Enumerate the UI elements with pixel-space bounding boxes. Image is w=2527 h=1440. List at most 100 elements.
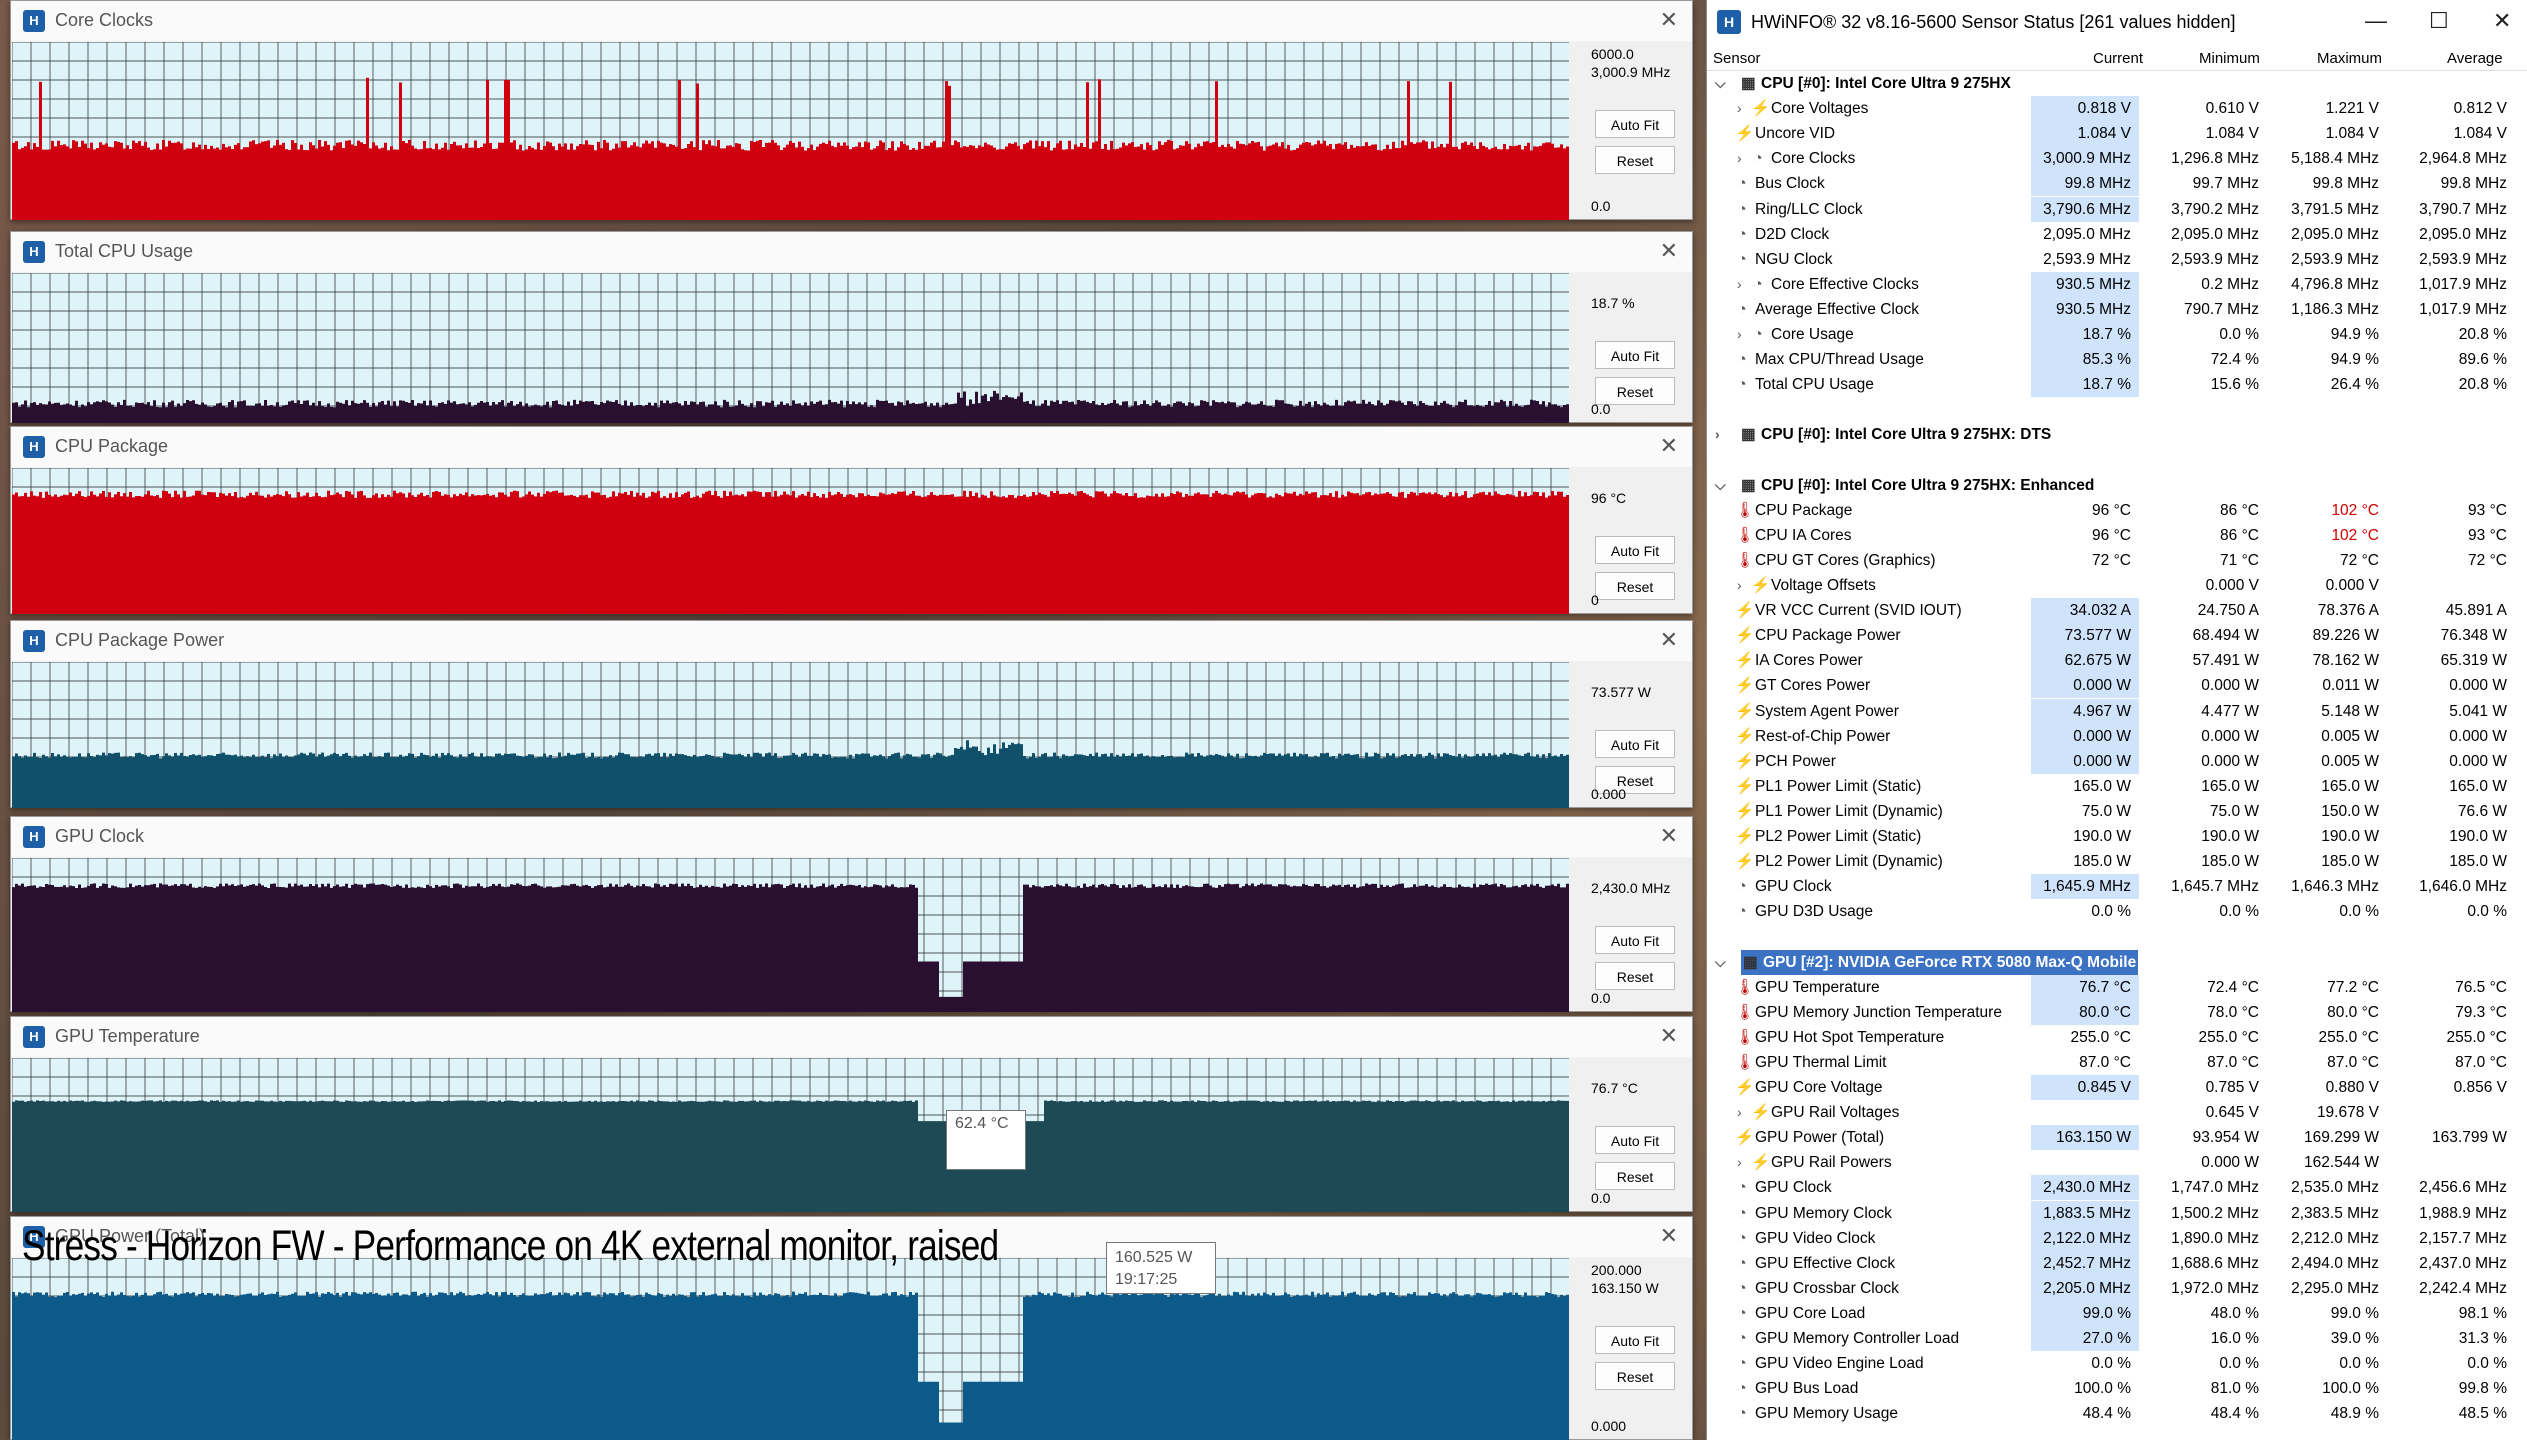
sensor-label: GPU Rail Powers (1771, 1154, 1892, 1172)
col-minimum[interactable]: Minimum (2199, 50, 2260, 67)
sensor-group[interactable]: › ▦ CPU [#0]: Intel Core Ultra 9 275HX: DT… (1707, 422, 2527, 447)
chevron-right-icon[interactable]: › (1737, 96, 1742, 121)
sensor-row[interactable]: 🌡CPU Package 96 °C 86 °C 102 °C 93 °C (1707, 498, 2527, 523)
chevron-right-icon[interactable]: › (1737, 1100, 1742, 1125)
col-maximum[interactable]: Maximum (2317, 50, 2382, 67)
maximum-value: 99.8 MHz (2312, 175, 2379, 193)
sensor-label: Core Voltages (1771, 100, 1869, 118)
sensor-row[interactable]: ◔ Max CPU/Thread Usage 85.3 % 72.4 % 94.9 % 8… (1707, 347, 2527, 373)
reset-button[interactable]: Reset (1595, 1362, 1675, 1390)
sensor-row[interactable]: ⚡PL2 Power Limit (Static) 190.0 W 190.0 W 1… (1707, 824, 2527, 849)
sensor-row[interactable]: ◔ D2D Clock 2,095.0 MHz 2,095.0 MHz 2,095.0 … (1707, 222, 2527, 247)
sensor-row[interactable]: ◔ GPU Memory Clock 1,883.5 MHz 1,500.2 MHz 2… (1707, 1200, 2527, 1226)
auto-fit-button[interactable]: Auto Fit (1595, 1326, 1675, 1354)
sensor-row[interactable]: ⚡VR VCC Current (SVID IOUT) 34.032 A 24.75… (1707, 598, 2527, 624)
maximize-icon[interactable]: ☐ (2429, 8, 2449, 34)
reset-button[interactable]: Reset (1595, 572, 1675, 600)
sensor-row[interactable]: ◔ GPU Memory Usage 48.4 % 48.4 % 48.9 % 48.5 … (1707, 1401, 2527, 1426)
auto-fit-button[interactable]: Auto Fit (1595, 1126, 1675, 1154)
sensor-row[interactable]: ⚡PL1 Power Limit (Static) 165.0 W 165.0 W 1… (1707, 774, 2527, 799)
sensor-row[interactable]: 🌡GPU Hot Spot Temperature 255.0 °C 255.0 °… (1707, 1025, 2527, 1050)
auto-fit-button[interactable]: Auto Fit (1595, 926, 1675, 954)
sensor-row[interactable]: ◔ GPU Memory Controller Load 27.0 % 16.0 % 3… (1707, 1326, 2527, 1351)
sensor-row[interactable]: ◔ Total CPU Usage 18.7 % 15.6 % 26.4 % 20.8 % (1707, 372, 2527, 398)
reset-button[interactable]: Reset (1595, 146, 1675, 174)
graph-window-cpu-package-power: H CPU Package Power ✕ 73.577 W Auto Fit Reset… (10, 620, 1693, 808)
chevron-right-icon[interactable]: › (1737, 146, 1742, 171)
sensor-group[interactable]: ⌵ ▦ CPU [#0]: Intel Core Ultra 9 275HX (1707, 71, 2527, 96)
close-icon[interactable]: ✕ (1660, 433, 1678, 459)
col-average[interactable]: Average (2447, 50, 2503, 67)
minimize-icon[interactable]: — (2365, 8, 2387, 34)
sensor-row[interactable]: ◔ GPU Core Load 99.0 % 48.0 % 99.0 % 98.1 % (1707, 1300, 2527, 1326)
sensor-row[interactable]: ⚡Rest-of-Chip Power 0.000 W 0.000 W 0.005 W… (1707, 723, 2527, 749)
chevron-down-icon[interactable]: ⌵ (1715, 950, 1726, 975)
chevron-down-icon[interactable]: ⌵ (1715, 71, 1726, 96)
chevron-right-icon[interactable]: › (1737, 322, 1742, 347)
sensor-row[interactable]: ⚡CPU Package Power 73.577 W 68.494 W 89.226… (1707, 623, 2527, 649)
chevron-right-icon[interactable]: › (1715, 422, 1720, 447)
sensor-row[interactable]: › ⚡Core Voltages 0.818 V 0.610 V 1.221 V 0.81… (1707, 96, 2527, 122)
close-icon[interactable]: ✕ (1660, 627, 1678, 653)
sensor-row[interactable]: ⚡System Agent Power 4.967 W 4.477 W 5.148 W… (1707, 698, 2527, 724)
sensor-row[interactable]: ⚡PL1 Power Limit (Dynamic) 75.0 W 75.0 W 15… (1707, 799, 2527, 824)
auto-fit-button[interactable]: Auto Fit (1595, 536, 1675, 564)
sensor-row[interactable]: ◔ GPU Clock 1,645.9 MHz 1,645.7 MHz 1,646.3 … (1707, 874, 2527, 900)
sensor-group[interactable]: ⌵ ▦ GPU [#2]: NVIDIA GeForce RTX 5080 Max-… (1707, 949, 2527, 975)
chevron-right-icon[interactable]: › (1737, 573, 1742, 598)
sensor-row[interactable]: 🌡GPU Temperature 76.7 °C 72.4 °C 77.2 °C 76.… (1707, 974, 2527, 1000)
sensor-row[interactable]: ◔ Average Effective Clock 930.5 MHz 790.7 M… (1707, 296, 2527, 322)
chevron-right-icon[interactable]: › (1737, 1150, 1742, 1175)
sensor-row[interactable]: › ⚡GPU Rail Powers 0.000 W 162.544 W (1707, 1150, 2527, 1175)
auto-fit-button[interactable]: Auto Fit (1595, 110, 1675, 138)
minimum-value: 0.000 W (2201, 677, 2259, 695)
sensor-row[interactable]: 🌡GPU Thermal Limit 87.0 °C 87.0 °C 87.0 °C 8… (1707, 1050, 2527, 1075)
sensor-row[interactable]: ◔ GPU Crossbar Clock 2,205.0 MHz 1,972.0 MH… (1707, 1275, 2527, 1301)
sensor-row[interactable]: ◔ GPU Effective Clock 2,452.7 MHz 1,688.6 M… (1707, 1250, 2527, 1276)
sensor-row[interactable]: 🌡CPU GT Cores (Graphics) 72 °C 71 °C 72 °C 7… (1707, 548, 2527, 573)
sensor-row[interactable]: ◔ GPU Clock 2,430.0 MHz 1,747.0 MHz 2,535.0 … (1707, 1175, 2527, 1201)
sensor-row[interactable]: ⚡GPU Power (Total) 163.150 W 93.954 W 169.2… (1707, 1125, 2527, 1151)
close-icon[interactable]: ✕ (1660, 7, 1678, 33)
sensor-row[interactable]: › ◔ Core Clocks 3,000.9 MHz 1,296.8 MHz 5,188… (1707, 146, 2527, 172)
sensor-row[interactable]: ◔ GPU Bus Load 100.0 % 81.0 % 100.0 % 99.8 % (1707, 1376, 2527, 1401)
sensor-row[interactable]: ⚡PL2 Power Limit (Dynamic) 185.0 W 185.0 W… (1707, 849, 2527, 874)
reset-button[interactable]: Reset (1595, 1162, 1675, 1190)
current-value: 0.0 % (2091, 903, 2131, 921)
chevron-right-icon[interactable]: › (1737, 272, 1742, 297)
sensor-row[interactable]: 🌡CPU IA Cores 96 °C 86 °C 102 °C 93 °C (1707, 523, 2527, 548)
sensor-row[interactable]: ⚡PCH Power 0.000 W 0.000 W 0.005 W 0.000 W (1707, 748, 2527, 774)
col-sensor[interactable]: Sensor (1713, 50, 1761, 67)
sensor-row[interactable]: › ⚡Voltage Offsets 0.000 V 0.000 V (1707, 573, 2527, 598)
voltage-icon: ⚡ (1735, 802, 1755, 820)
graph-side-panel: 6000.0 3,000.9 MHz Auto Fit Reset 0.0 (1573, 42, 1691, 220)
average-value: 0.000 W (2449, 677, 2507, 695)
sensor-group[interactable]: ⌵ ▦ CPU [#0]: Intel Core Ultra 9 275HX: En… (1707, 473, 2527, 498)
sensor-row[interactable]: ◔ GPU D3D Usage 0.0 % 0.0 % 0.0 % 0.0 % (1707, 899, 2527, 924)
close-icon[interactable]: ✕ (1660, 823, 1678, 849)
auto-fit-button[interactable]: Auto Fit (1595, 730, 1675, 758)
close-icon[interactable]: ✕ (1660, 1023, 1678, 1049)
close-icon[interactable]: ✕ (2493, 8, 2511, 34)
average-value: 2,964.8 MHz (2419, 150, 2507, 168)
auto-fit-button[interactable]: Auto Fit (1595, 341, 1675, 369)
reset-button[interactable]: Reset (1595, 962, 1675, 990)
sensor-row[interactable]: ◔ NGU Clock 2,593.9 MHz 2,593.9 MHz 2,593.9 … (1707, 247, 2527, 272)
sensor-row[interactable]: › ◔ Core Effective Clocks 930.5 MHz 0.2 MHz 4… (1707, 271, 2527, 297)
sensor-row[interactable]: › ⚡GPU Rail Voltages 0.645 V 19.678 V (1707, 1100, 2527, 1125)
sensor-row[interactable]: ◔ Ring/LLC Clock 3,790.6 MHz 3,790.2 MHz 3,7… (1707, 196, 2527, 222)
sensor-row[interactable]: ⚡IA Cores Power 62.675 W 57.491 W 78.162 W 6… (1707, 648, 2527, 674)
sensor-row[interactable]: › ◔ Core Usage 18.7 % 0.0 % 94.9 % 20.8 % (1707, 322, 2527, 347)
sensor-row[interactable]: ⚡Uncore VID 1.084 V 1.084 V 1.084 V 1.084 V (1707, 121, 2527, 147)
close-icon[interactable]: ✕ (1660, 238, 1678, 264)
close-icon[interactable]: ✕ (1660, 1223, 1678, 1249)
sensor-row[interactable]: 🌡GPU Memory Junction Temperature 80.0 °C 7… (1707, 999, 2527, 1025)
chevron-down-icon[interactable]: ⌵ (1715, 473, 1726, 498)
col-current[interactable]: Current (2093, 50, 2143, 67)
sensor-row[interactable]: ◔ Bus Clock 99.8 MHz 99.7 MHz 99.8 MHz 99.8 M… (1707, 171, 2527, 197)
current-value: 2,452.7 MHz (2031, 1250, 2139, 1276)
sensor-row[interactable]: ◔ GPU Video Engine Load 0.0 % 0.0 % 0.0 % 0.0… (1707, 1351, 2527, 1376)
sensor-row[interactable]: ◔ GPU Video Clock 2,122.0 MHz 1,890.0 MHz 2,… (1707, 1225, 2527, 1251)
sensor-row[interactable]: ⚡GT Cores Power 0.000 W 0.000 W 0.011 W 0.00… (1707, 673, 2527, 699)
sensor-row[interactable]: ⚡GPU Core Voltage 0.845 V 0.785 V 0.880 V 0.… (1707, 1075, 2527, 1100)
